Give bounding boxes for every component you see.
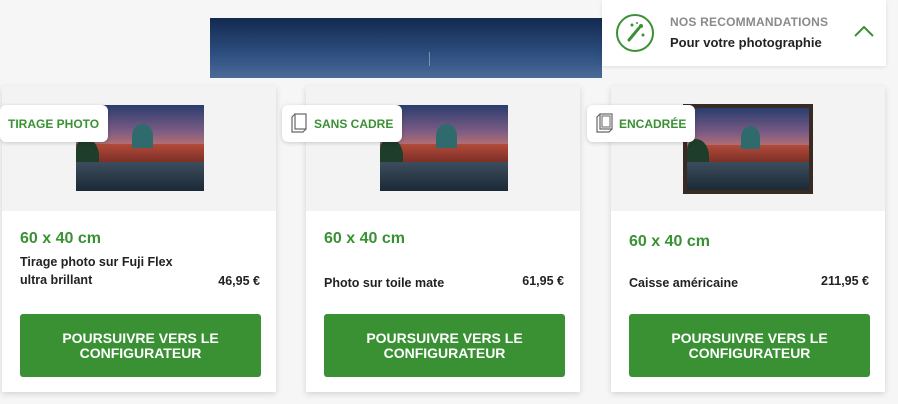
product-badge: ENCADRÉE [587, 105, 696, 142]
recommendations-panel[interactable]: NOS RECOMMANDATIONS Pour votre photograp… [602, 0, 886, 66]
product-description: Photo sur toile mate [324, 276, 445, 290]
configurator-button[interactable]: POURSUIVRE VERS LE CONFIGURATEUR [324, 314, 565, 377]
configurator-button[interactable]: POURSUIVRE VERS LE CONFIGURATEUR [629, 314, 870, 377]
product-description: Tirage photo sur Fuji Flex ultra brillan… [20, 255, 173, 287]
product-description: Caisse américaine [629, 276, 739, 290]
product-card-tirage-photo: TIRAGE PHOTO 60 x 40 cm Tirage photo sur… [0, 86, 276, 392]
magic-wand-icon [616, 14, 654, 52]
product-price: 61,95 € [522, 274, 564, 288]
chevron-up-icon[interactable] [852, 20, 876, 44]
badge-label: ENCADRÉE [619, 116, 687, 131]
badge-label: TIRAGE PHOTO [8, 116, 100, 131]
product-size: 60 x 40 cm [324, 230, 405, 247]
hero-photo-detail [429, 52, 430, 66]
product-card-encadree: ENCADRÉE 60 x 40 cm Caisse américaine 21… [587, 86, 885, 392]
product-thumbnail [687, 108, 809, 190]
product-size: 60 x 40 cm [20, 230, 101, 247]
recommendations-title: Pour votre photographie [670, 35, 822, 50]
product-size: 60 x 40 cm [629, 233, 710, 250]
frame-icon [595, 111, 615, 136]
product-badge: TIRAGE PHOTO [0, 105, 109, 142]
product-price: 46,95 € [218, 274, 260, 288]
badge-label: SANS CADRE [314, 116, 394, 131]
canvas-icon [290, 111, 310, 136]
framed-thumbnail [683, 104, 813, 194]
product-card-sans-cadre: SANS CADRE 60 x 40 cm Photo sur toile ma… [282, 86, 580, 392]
configurator-button[interactable]: POURSUIVRE VERS LE CONFIGURATEUR [20, 314, 261, 377]
hero-photo [210, 18, 602, 78]
product-badge: SANS CADRE [282, 105, 403, 142]
product-price: 211,95 € [821, 274, 869, 288]
recommendations-kicker: NOS RECOMMANDATIONS [670, 15, 829, 29]
